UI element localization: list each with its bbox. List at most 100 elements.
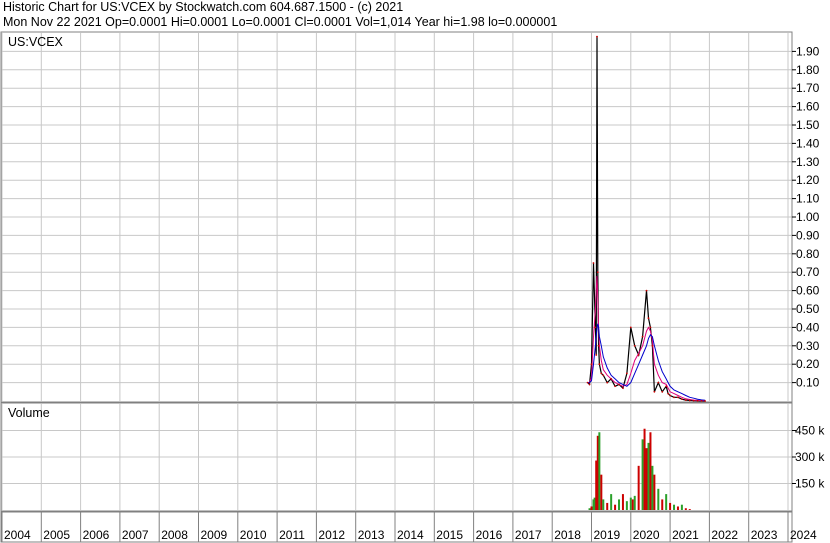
volume-y-tick-label: 450 k xyxy=(795,424,825,438)
volume-bar xyxy=(676,506,679,510)
x-tick-label: 2021 xyxy=(672,528,699,542)
price-y-tick-label: 0.50 xyxy=(796,302,820,316)
x-tick-label: 2023 xyxy=(751,528,778,542)
x-tick-label: 2007 xyxy=(122,528,149,542)
price-y-tick-label: 0.20 xyxy=(796,357,820,371)
price-point xyxy=(692,399,695,402)
price-point xyxy=(653,390,656,393)
price-point xyxy=(622,387,624,390)
price-point xyxy=(637,354,640,356)
volume-grid xyxy=(1,404,792,510)
price-point xyxy=(596,35,598,38)
volume-panel-label: Volume xyxy=(8,406,50,420)
price-point xyxy=(618,383,620,386)
volume-bar xyxy=(610,494,613,510)
ma-long-line xyxy=(587,323,706,401)
price-point xyxy=(673,396,675,399)
price-point xyxy=(595,354,598,356)
price-point xyxy=(677,396,679,399)
volume-bar xyxy=(649,432,652,510)
price-point xyxy=(649,326,652,329)
x-tick-label: 2008 xyxy=(161,528,188,542)
price-y-tick-label: 0.10 xyxy=(796,376,820,390)
price-point xyxy=(680,398,683,401)
price-y-tick-label: 1.40 xyxy=(796,136,820,150)
price-y-tick-label: 1.60 xyxy=(796,100,820,114)
volume-bar xyxy=(606,502,609,510)
price-y-tick-label: 1.90 xyxy=(796,44,820,58)
price-point xyxy=(597,344,600,347)
price-grid xyxy=(1,33,792,401)
volume-bar xyxy=(669,502,672,510)
volume-bar xyxy=(633,495,636,510)
price-y-tick-label: 1.80 xyxy=(796,63,820,77)
price-point xyxy=(592,262,595,264)
volume-bar xyxy=(588,508,591,510)
historic-chart: US:VCEX Volume 0.100.200.300.400.500.600… xyxy=(0,31,825,543)
volume-y-axis: 150 k 300 k 450 k xyxy=(792,424,825,491)
volume-bar xyxy=(621,494,624,510)
price-point xyxy=(667,392,670,395)
volume-bar xyxy=(602,499,605,510)
price-point xyxy=(594,326,597,329)
price-point xyxy=(657,381,660,384)
price-point xyxy=(625,372,628,375)
x-tick-label: 2019 xyxy=(594,528,621,542)
price-point xyxy=(633,344,636,347)
price-y-tick-label: 1.70 xyxy=(796,81,820,95)
price-y-tick-label: 0.40 xyxy=(796,320,820,334)
price-point xyxy=(700,400,703,402)
price-point xyxy=(688,399,691,402)
x-tick-label: 2010 xyxy=(240,528,267,542)
price-point xyxy=(684,399,687,401)
x-tick-label: 2022 xyxy=(711,528,738,542)
x-tick-label: 2009 xyxy=(201,528,228,542)
volume-bar xyxy=(590,506,593,510)
volume-bars xyxy=(588,428,691,510)
volume-bar xyxy=(688,509,691,510)
volume-bar xyxy=(614,504,617,510)
price-point xyxy=(606,381,609,384)
volume-y-tick-label: 300 k xyxy=(795,450,825,464)
price-point xyxy=(614,385,616,388)
price-panel-label: US:VCEX xyxy=(8,35,64,49)
x-tick-label: 2005 xyxy=(43,528,70,542)
x-tick-label: 2016 xyxy=(476,528,503,542)
price-point xyxy=(590,363,593,366)
price-y-tick-label: 0.80 xyxy=(796,247,820,261)
volume-bar xyxy=(647,442,650,510)
price-point xyxy=(641,335,644,338)
x-tick-label: 2020 xyxy=(633,528,660,542)
volume-bar xyxy=(598,432,601,510)
x-tick-label: 2014 xyxy=(397,528,424,542)
volume-bar xyxy=(625,501,628,510)
price-point xyxy=(602,374,605,377)
volume-bar xyxy=(684,508,687,510)
x-tick-label: 2011 xyxy=(279,528,305,542)
price-point xyxy=(629,326,632,329)
x-tick-label: 2006 xyxy=(83,528,110,542)
price-point xyxy=(596,271,599,274)
price-point xyxy=(598,363,601,366)
price-point xyxy=(600,372,603,375)
price-point xyxy=(588,383,591,386)
volume-bar xyxy=(645,448,648,510)
price-point xyxy=(669,394,671,397)
price-point xyxy=(696,399,699,402)
price-point xyxy=(645,289,648,292)
volume-bar xyxy=(653,474,656,510)
price-point xyxy=(586,381,589,384)
price-y-tick-label: 1.00 xyxy=(796,210,820,224)
volume-bar xyxy=(661,499,664,510)
x-tick-label: 2004 xyxy=(4,528,31,542)
volume-bar xyxy=(643,428,646,510)
volume-bar xyxy=(673,504,676,510)
price-point xyxy=(610,378,613,380)
volume-bar xyxy=(618,499,621,510)
volume-bar xyxy=(665,494,668,510)
x-tick-label: 2024 xyxy=(790,528,817,542)
price-y-tick-label: 0.70 xyxy=(796,265,820,279)
volume-bar xyxy=(631,499,634,510)
volume-bar xyxy=(600,474,603,510)
price-point xyxy=(647,317,650,320)
